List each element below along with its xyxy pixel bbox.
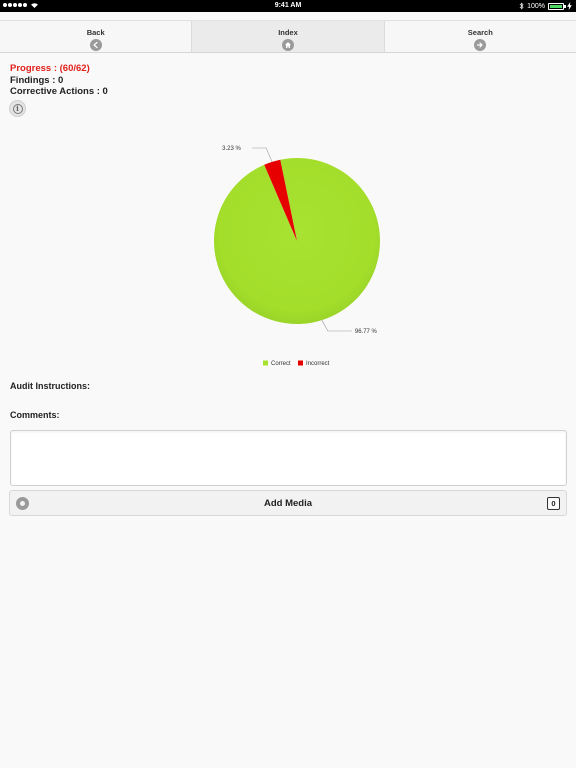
comments-field[interactable] (10, 430, 567, 486)
corrective-actions-text: Corrective Actions : 0 (10, 86, 108, 97)
media-count-badge: 0 (547, 497, 560, 510)
add-media-button[interactable]: Add Media 0 (9, 490, 567, 516)
legend-label-correct: Correct (271, 361, 291, 367)
status-right-group: 100% (519, 2, 572, 10)
pie-slice-correct (213, 158, 380, 324)
nav-bar: Back Index Search (0, 20, 576, 53)
comments-label: Comments: (10, 410, 60, 420)
add-media-label: Add Media (263, 497, 313, 509)
legend-swatch-correct (263, 360, 268, 366)
progress-text: Progress : (60/62) (10, 63, 90, 74)
info-icon: i (12, 103, 23, 114)
media-gear-icon (16, 497, 29, 510)
legend-swatch-incorrect (298, 360, 303, 366)
slice-label-correct: 96.77 % (355, 329, 378, 335)
index-button[interactable]: Index (192, 21, 385, 52)
charging-icon (567, 2, 572, 10)
battery-icon (548, 2, 566, 10)
bluetooth-icon (519, 2, 524, 10)
back-label: Back (86, 28, 105, 37)
pie-chart: 96.77 % 3.23 % Correct Incorrect (213, 146, 380, 367)
info-button[interactable]: i (9, 100, 26, 117)
battery-percent: 100% (527, 2, 545, 10)
status-time: 9:41 AM (274, 2, 302, 9)
index-label: Index (278, 28, 298, 37)
leader-line-correct (321, 320, 352, 332)
forward-arrow-icon (474, 39, 487, 51)
search-label: Search (467, 28, 493, 37)
status-bar: 9:41 AM 100% (0, 0, 576, 12)
findings-text: Findings : 0 (10, 74, 64, 86)
home-icon (281, 39, 294, 51)
leader-line-incorrect (252, 147, 273, 162)
search-button[interactable]: Search (384, 21, 576, 52)
back-arrow-icon (89, 39, 102, 51)
legend-label-incorrect: Incorrect (306, 361, 330, 367)
audit-instructions-label: Audit Instructions: (10, 381, 90, 391)
slice-label-incorrect: 3.23 % (222, 146, 241, 152)
audit-summary: Progress : (60/62) Findings : 0 Correcti… (10, 63, 108, 98)
back-button[interactable]: Back (0, 21, 193, 52)
